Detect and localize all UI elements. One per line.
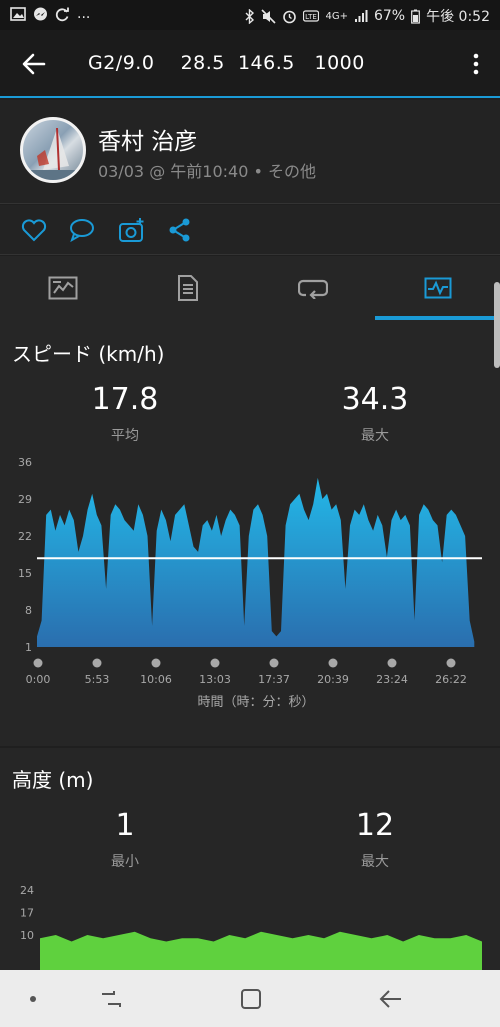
battery-icon [411, 9, 421, 24]
tab-summary[interactable] [0, 256, 125, 320]
altitude-area-series [40, 931, 482, 974]
speed-x-tick-marker[interactable] [151, 658, 161, 668]
speed-y-tick: 15 [18, 567, 32, 580]
app-bar: G2/9.0 28.5 146.5 1000 [0, 30, 500, 98]
avatar-photo [31, 127, 75, 180]
speed-x-tick-marker[interactable] [92, 658, 102, 668]
speed-y-tick: 1 [25, 641, 32, 654]
speed-x-tick-marker[interactable] [210, 658, 220, 668]
system-nav-bar [0, 970, 500, 1027]
speed-x-tick-marker[interactable] [33, 658, 43, 668]
details-icon [177, 275, 198, 301]
speed-x-tick: 20:39 [317, 673, 349, 686]
altitude-max-label: 最大 [361, 854, 389, 870]
dot-icon[interactable] [18, 984, 48, 1014]
speed-x-tick-marker[interactable] [446, 658, 456, 668]
activity-date-type: 03/03 @ 午前10:40 • その他 [98, 162, 317, 181]
status-time: 午後 0:52 [426, 9, 490, 25]
speed-y-tick: 36 [18, 456, 32, 469]
speed-x-tick-marker[interactable] [387, 658, 397, 668]
laps-icon [297, 279, 328, 299]
altitude-section-title: 高度 (m) [12, 768, 94, 792]
battery-percent: 67% [373, 8, 406, 24]
bluetooth-icon [245, 8, 255, 24]
summary-icon [48, 276, 77, 300]
speed-y-tick: 8 [25, 604, 32, 617]
speed-y-tick: 22 [18, 530, 32, 543]
activity-title: G2/9.0 28.5 146.5 1000 [88, 52, 365, 74]
sync-icon [55, 7, 69, 21]
speed-section-title: スピード (km/h) [12, 342, 165, 366]
tab-bar [0, 256, 500, 320]
speed-avg-value: 17.8 [91, 382, 159, 417]
image-icon [10, 7, 26, 21]
altitude-y-tick: 24 [20, 884, 34, 897]
altitude-card: 高度 (m) 1 最小 12 最大 24 17 10 [0, 748, 500, 974]
action-bar [0, 205, 500, 255]
altitude-y-tick: 10 [20, 929, 34, 942]
speed-area-series [37, 477, 475, 647]
volte-icon: LTE [303, 10, 320, 22]
status-bar: ... LTE 4G+ 67% 午後 0:52 [0, 0, 500, 30]
comment-icon[interactable] [68, 217, 96, 243]
add-photo-icon[interactable] [118, 217, 146, 243]
speed-avg-label: 平均 [111, 428, 139, 444]
signal-icon [354, 10, 368, 22]
heart-icon[interactable] [20, 217, 48, 243]
speed-x-tick-marker[interactable] [328, 658, 338, 668]
altitude-min-value: 1 [115, 808, 135, 843]
tab-charts[interactable] [375, 256, 500, 320]
speed-x-tick-marker[interactable] [269, 658, 279, 668]
speed-x-axis-label: 時間（時：分：秒） [197, 695, 314, 710]
status-ellipsis: ... [77, 6, 91, 22]
svg-text:LTE: LTE [306, 13, 318, 21]
messenger-icon [34, 7, 47, 20]
speed-x-tick: 0:00 [26, 673, 51, 686]
altitude-max-value: 12 [355, 808, 395, 843]
speed-x-tick: 13:03 [199, 673, 231, 686]
speed-y-tick: 29 [18, 493, 32, 506]
back-arrow-icon[interactable] [18, 50, 50, 78]
more-vert-icon[interactable] [466, 50, 486, 78]
speed-x-tick: 23:24 [376, 673, 408, 686]
home-icon[interactable] [236, 984, 266, 1014]
altitude-min-label: 最小 [111, 854, 139, 870]
tab-laps[interactable] [250, 256, 375, 320]
speed-max-value: 34.3 [341, 382, 409, 417]
activity-header: 香村 治彦 03/03 @ 午前10:40 • その他 [0, 100, 500, 204]
scrollbar[interactable] [494, 282, 500, 368]
back-nav-icon[interactable] [376, 984, 406, 1014]
speed-x-tick: 26:22 [435, 673, 467, 686]
tab-details[interactable] [125, 256, 250, 320]
recents-icon[interactable] [96, 984, 126, 1014]
speed-card: スピード (km/h) 17.8 平均 34.3 最大 36 29 22 15 8 1 0… [0, 320, 500, 746]
altitude-chart[interactable]: 24 17 10 [0, 878, 500, 978]
altitude-y-tick: 17 [20, 907, 34, 920]
share-icon[interactable] [166, 217, 194, 243]
speed-x-tick: 5:53 [85, 673, 110, 686]
network-type-label: 4G+ [325, 10, 348, 22]
avatar[interactable] [20, 117, 86, 183]
speed-x-tick: 17:37 [258, 673, 290, 686]
speed-chart[interactable]: 36 29 22 15 8 1 0:00 5:53 10:06 13:03 17:37 20:39 2… [0, 450, 500, 730]
speed-max-label: 最大 [361, 428, 389, 444]
mute-icon [261, 8, 277, 24]
speed-x-tick: 10:06 [140, 673, 172, 686]
user-name[interactable]: 香村 治彦 [98, 122, 197, 156]
charts-icon [424, 277, 451, 299]
alarm-icon [283, 10, 297, 23]
